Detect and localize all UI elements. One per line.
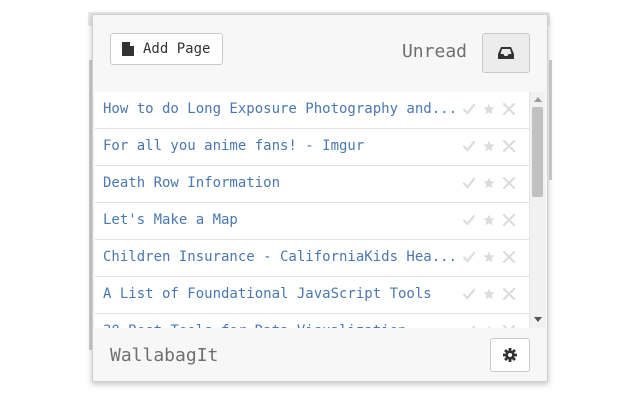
row-actions <box>463 288 515 300</box>
trash-icon[interactable] <box>503 251 515 263</box>
row-actions <box>463 214 515 226</box>
star-icon[interactable] <box>483 140 495 152</box>
trash-icon[interactable] <box>503 177 515 189</box>
add-page-label: Add Page <box>143 41 211 57</box>
trash-icon[interactable] <box>503 288 515 300</box>
scroll-up-arrow[interactable] <box>534 97 542 102</box>
star-icon[interactable] <box>483 214 495 226</box>
list-scrollbar[interactable] <box>529 92 545 328</box>
article-title-link[interactable]: Let's Make a Map <box>103 212 238 228</box>
check-icon[interactable] <box>463 288 475 300</box>
article-title-link[interactable]: Death Row Information <box>103 175 280 191</box>
star-icon[interactable] <box>483 325 495 328</box>
article-list[interactable]: How to do Long Exposure Photography and.… <box>95 92 545 328</box>
article-title-link[interactable]: 30 Best Tools for Data Visualization <box>103 323 406 328</box>
popup-footer: WallabagIt <box>93 333 547 383</box>
star-icon[interactable] <box>483 103 495 115</box>
article-title-link[interactable]: How to do Long Exposure Photography and.… <box>103 101 457 117</box>
inbox-icon <box>498 47 514 59</box>
list-item[interactable]: Death Row Information <box>95 166 529 203</box>
gear-icon <box>503 348 517 362</box>
extension-popup: Add Page Unread How to do Long Exposure … <box>92 14 548 382</box>
article-title-link[interactable]: For all you anime fans! - Imgur <box>103 138 364 154</box>
check-icon[interactable] <box>463 177 475 189</box>
view-title: Unread <box>401 41 467 62</box>
add-page-button[interactable]: Add Page <box>110 33 224 65</box>
article-title-link[interactable]: Children Insurance - CaliforniaKids Hea.… <box>103 249 457 265</box>
row-actions <box>463 325 515 328</box>
check-icon[interactable] <box>463 214 475 226</box>
row-actions <box>463 177 515 189</box>
trash-icon[interactable] <box>503 103 515 115</box>
star-icon[interactable] <box>483 177 495 189</box>
list-item[interactable]: Children Insurance - CaliforniaKids Hea.… <box>95 240 529 277</box>
unread-view-button[interactable] <box>482 33 530 73</box>
scroll-down-arrow[interactable] <box>534 317 542 322</box>
check-icon[interactable] <box>463 103 475 115</box>
article-title-link[interactable]: A List of Foundational JavaScript Tools <box>103 286 432 302</box>
trash-icon[interactable] <box>503 140 515 152</box>
popup-header: Add Page Unread <box>93 15 547 85</box>
trash-icon[interactable] <box>503 214 515 226</box>
scroll-thumb[interactable] <box>532 107 543 197</box>
trash-icon[interactable] <box>503 325 515 328</box>
check-icon[interactable] <box>463 325 475 328</box>
article-list-items: How to do Long Exposure Photography and.… <box>95 92 529 328</box>
background-edge-right <box>549 60 552 180</box>
list-item[interactable]: How to do Long Exposure Photography and.… <box>95 92 529 129</box>
star-icon[interactable] <box>483 251 495 263</box>
star-icon[interactable] <box>483 288 495 300</box>
settings-button[interactable] <box>490 338 530 372</box>
list-item[interactable]: 30 Best Tools for Data Visualization <box>95 314 529 328</box>
file-icon <box>122 42 134 56</box>
list-item[interactable]: A List of Foundational JavaScript Tools <box>95 277 529 314</box>
check-icon[interactable] <box>463 140 475 152</box>
list-item[interactable]: For all you anime fans! - Imgur <box>95 129 529 166</box>
brand-name: WallabagIt <box>110 345 219 366</box>
list-item[interactable]: Let's Make a Map <box>95 203 529 240</box>
check-icon[interactable] <box>463 251 475 263</box>
row-actions <box>463 103 515 115</box>
row-actions <box>463 251 515 263</box>
row-actions <box>463 140 515 152</box>
